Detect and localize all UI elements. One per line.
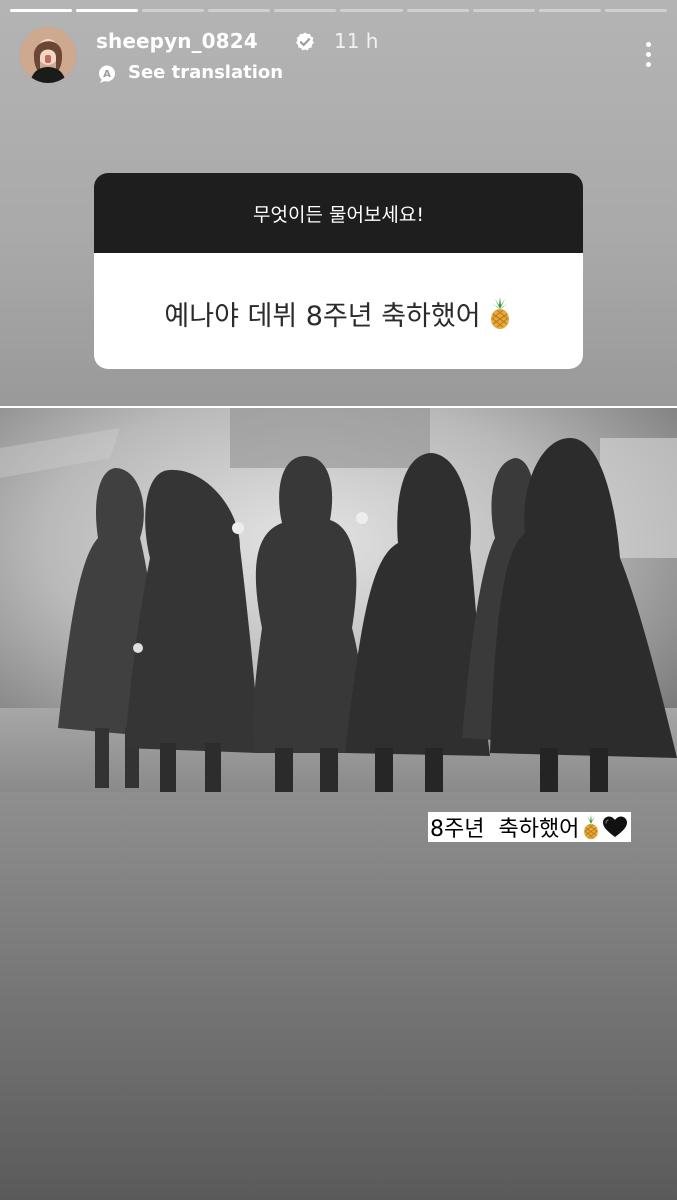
progress-segment xyxy=(472,9,535,12)
caption-sticker: 8주년 축하했어 xyxy=(428,812,632,842)
pineapple-icon xyxy=(584,814,599,840)
caption-text: 8주년 축하했어 xyxy=(430,817,580,842)
story-viewer[interactable]: sheepyn_0824 11 h A See translation 무엇이든… xyxy=(0,0,677,1200)
progress-segment xyxy=(142,9,205,12)
story-photo xyxy=(0,406,677,792)
progress-segment xyxy=(604,9,667,12)
question-answer: 예나야 데뷔 8주년 축하했어 xyxy=(94,253,583,369)
progress-segment xyxy=(406,9,469,12)
story-progress-bar xyxy=(10,9,667,12)
pineapple-icon xyxy=(490,297,509,329)
progress-segment-fill xyxy=(76,9,139,12)
progress-segment xyxy=(10,9,73,12)
story-header: sheepyn_0824 11 h A See translation xyxy=(20,27,657,87)
more-options-icon[interactable] xyxy=(633,39,663,69)
progress-segment xyxy=(274,9,337,12)
progress-segment xyxy=(538,9,601,12)
username[interactable]: sheepyn_0824 xyxy=(96,29,258,53)
progress-segment xyxy=(208,9,271,12)
verified-badge-icon xyxy=(296,32,314,51)
progress-segment-fill xyxy=(10,9,73,12)
question-answer-text: 예나야 데뷔 8주년 축하했어 xyxy=(164,300,481,332)
progress-segment xyxy=(76,9,139,12)
progress-segment xyxy=(340,9,403,12)
svg-text:A: A xyxy=(103,69,111,80)
translate-icon: A xyxy=(99,65,115,83)
question-prompt: 무엇이든 물어보세요! xyxy=(94,173,583,253)
avatar[interactable] xyxy=(20,27,76,83)
question-sticker[interactable]: 무엇이든 물어보세요! 예나야 데뷔 8주년 축하했어 xyxy=(94,173,583,369)
post-time: 11 h xyxy=(334,29,379,53)
black-heart-icon xyxy=(603,816,628,837)
see-translation-label: See translation xyxy=(128,62,284,83)
